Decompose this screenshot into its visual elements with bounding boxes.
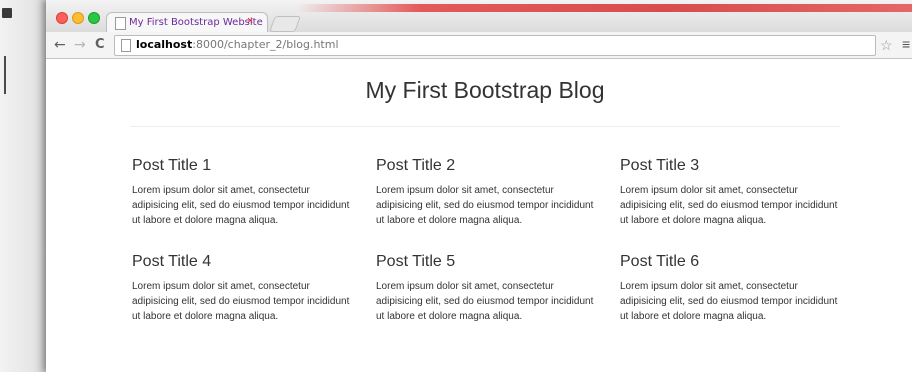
url-text: localhost:8000/chapter_2/blog.html [136, 38, 339, 51]
title-bar: My First Bootstrap Website × [46, 0, 912, 33]
menu-icon[interactable]: ≡ [902, 36, 910, 52]
post-card: Post Title 5 Lorem ipsum dolor sit amet,… [376, 253, 596, 324]
post-card: Post Title 4 Lorem ipsum dolor sit amet,… [132, 253, 352, 324]
desktop-background [0, 0, 46, 372]
maximize-window-button[interactable] [88, 12, 100, 24]
url-path: :8000/chapter_2/blog.html [192, 38, 339, 51]
post-card: Post Title 1 Lorem ipsum dolor sit amet,… [132, 157, 352, 228]
page-icon [115, 17, 126, 30]
page-title: My First Bootstrap Blog [365, 77, 605, 103]
post-title: Post Title 6 [620, 253, 700, 270]
forward-icon[interactable]: → [74, 37, 86, 53]
browser-tab[interactable]: My First Bootstrap Website × [106, 12, 268, 33]
title-bar-artifact [296, 4, 912, 12]
browser-window: My First Bootstrap Website × ← → C local… [46, 0, 912, 372]
tab-title: My First Bootstrap Website [129, 17, 263, 28]
bookmark-star-icon[interactable]: ☆ [880, 37, 893, 54]
page-content: My First Bootstrap Blog Post Title 1 Lor… [46, 59, 912, 372]
post-title: Post Title 4 [132, 253, 212, 270]
tab-close-icon[interactable]: × [247, 15, 253, 27]
browser-toolbar: ← → C localhost:8000/chapter_2/blog.html… [46, 32, 912, 59]
post-body: Lorem ipsum dolor sit amet, consectetur … [376, 281, 594, 322]
reload-icon[interactable]: C [95, 37, 105, 52]
header-divider [130, 126, 840, 127]
address-bar[interactable]: localhost:8000/chapter_2/blog.html [114, 35, 876, 56]
post-body: Lorem ipsum dolor sit amet, consectetur … [376, 185, 594, 226]
post-body: Lorem ipsum dolor sit amet, consectetur … [620, 281, 838, 322]
post-title: Post Title 5 [376, 253, 456, 270]
close-window-button[interactable] [56, 12, 68, 24]
post-title: Post Title 2 [376, 157, 456, 174]
new-tab-button[interactable] [269, 16, 301, 32]
post-card: Post Title 3 Lorem ipsum dolor sit amet,… [620, 157, 840, 228]
document-icon [121, 39, 131, 52]
minimize-window-button[interactable] [72, 12, 84, 24]
back-icon[interactable]: ← [54, 37, 66, 53]
post-title: Post Title 1 [132, 157, 212, 174]
desktop-icon [2, 8, 12, 18]
post-card: Post Title 2 Lorem ipsum dolor sit amet,… [376, 157, 596, 228]
post-body: Lorem ipsum dolor sit amet, consectetur … [620, 185, 838, 226]
url-host: localhost [136, 38, 193, 51]
post-title: Post Title 3 [620, 157, 700, 174]
desktop-edge-mark [4, 56, 6, 94]
post-body: Lorem ipsum dolor sit amet, consectetur … [132, 281, 350, 322]
post-card: Post Title 6 Lorem ipsum dolor sit amet,… [620, 253, 840, 324]
post-body: Lorem ipsum dolor sit amet, consectetur … [132, 185, 350, 226]
